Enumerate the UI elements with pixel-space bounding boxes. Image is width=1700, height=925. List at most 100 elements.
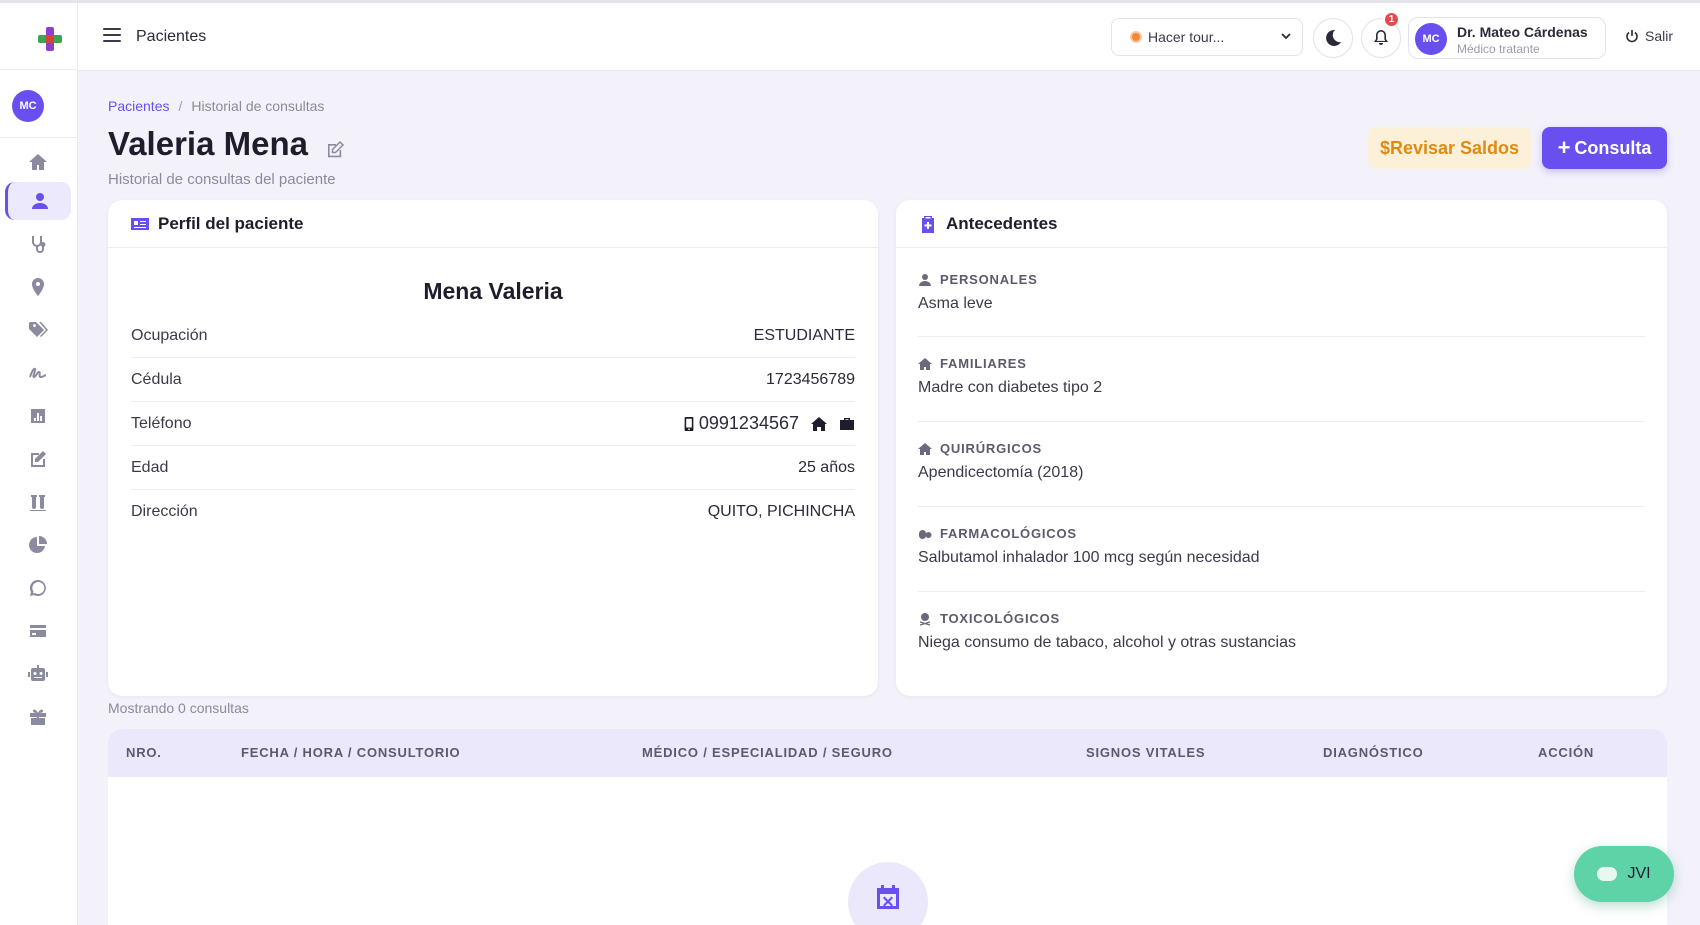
review-balances-label: Revisar Saldos xyxy=(1389,137,1520,158)
user-role: Médico tratante xyxy=(1457,42,1540,56)
history-section-pharmacological: FARMACOLÓGICOS Salbutamol inhalador 100 … xyxy=(918,526,1645,567)
sidebar-item-signature[interactable] xyxy=(5,354,71,392)
bar-chart-icon xyxy=(31,409,45,423)
column-header-vitals[interactable]: SIGNOS VITALES xyxy=(1086,745,1205,760)
plus-icon: + xyxy=(1557,135,1571,160)
sidebar-item-whatsapp[interactable] xyxy=(5,569,71,607)
sidebar-avatar[interactable]: MC xyxy=(12,90,44,122)
history-card-header: Antecedentes xyxy=(896,200,1667,248)
consultations-table: NRO. FECHA / HORA / CONSULTORIO MÉDICO /… xyxy=(108,729,1667,925)
profile-heading: Perfil del paciente xyxy=(158,213,304,233)
tour-icon xyxy=(1130,31,1142,43)
info-value: ESTUDIANTE xyxy=(753,326,855,344)
section-label: QUIRÚRGICOS xyxy=(940,441,1042,456)
skull-crossbones-icon xyxy=(919,612,931,626)
breadcrumb: Pacientes / Historial de consultas xyxy=(108,98,325,114)
info-label: Dirección xyxy=(131,503,198,520)
sidebar-item-home[interactable] xyxy=(5,143,71,181)
assistant-chat-button[interactable]: JVI xyxy=(1574,846,1674,902)
moon-icon xyxy=(1326,29,1341,46)
info-value: 1723456789 xyxy=(766,370,855,388)
divider xyxy=(918,506,1645,507)
sidebar-item-lab[interactable] xyxy=(5,483,71,521)
chat-bubble-icon xyxy=(1597,867,1618,881)
menu-toggle-icon[interactable] xyxy=(103,28,121,44)
info-label: Edad xyxy=(131,458,169,476)
sidebar-item-consultations[interactable] xyxy=(5,225,71,263)
work-phone-icon[interactable] xyxy=(839,416,855,432)
profile-card-header: Perfil del paciente xyxy=(108,200,878,248)
info-row-id: Cédula 1723456789 xyxy=(131,358,855,402)
section-label: TOXICOLÓGICOS xyxy=(940,611,1060,626)
history-section-surgical: QUIRÚRGICOS Apendicectomía (2018) xyxy=(918,441,1645,482)
tags-icon xyxy=(29,322,48,337)
assistant-label: JVI xyxy=(1627,865,1651,882)
tour-select-value: Hacer tour... xyxy=(1148,29,1225,45)
column-header-number[interactable]: NRO. xyxy=(126,745,162,760)
hospital-icon xyxy=(918,442,932,455)
column-header-date[interactable]: FECHA / HORA / CONSULTORIO xyxy=(241,745,460,760)
home-phone-icon[interactable] xyxy=(811,416,827,432)
patient-profile-card: Perfil del paciente Mena Valeria Ocupaci… xyxy=(108,200,878,696)
tour-select[interactable]: Hacer tour... xyxy=(1111,18,1303,56)
breadcrumb-current: Historial de consultas xyxy=(191,98,325,114)
divider xyxy=(918,421,1645,422)
info-label: Teléfono xyxy=(131,414,192,432)
new-consultation-button[interactable]: + Consulta xyxy=(1542,127,1667,169)
medical-history-card: Antecedentes PERSONALES Asma leve FAMILI… xyxy=(896,200,1667,696)
home-icon xyxy=(918,357,932,370)
sidebar-item-statistics[interactable] xyxy=(5,526,71,564)
column-header-diagnosis[interactable]: DIAGNÓSTICO xyxy=(1323,745,1424,760)
column-header-doctor[interactable]: MÉDICO / ESPECIALIDAD / SEGURO xyxy=(642,745,893,760)
patient-full-name: Mena Valeria xyxy=(423,278,563,304)
section-label: FARMACOLÓGICOS xyxy=(940,526,1077,541)
user-menu[interactable]: MC Dr. Mateo Cárdenas Médico tratante xyxy=(1408,17,1606,59)
edit-icon xyxy=(31,451,46,467)
pie-chart-icon xyxy=(29,536,47,553)
section-label: PERSONALES xyxy=(940,272,1038,287)
sidebar-item-patients[interactable] xyxy=(5,182,71,220)
new-consultation-label: Consulta xyxy=(1574,137,1652,158)
section-text: Niega consumo de tabaco, alcohol y otras… xyxy=(918,634,1296,651)
info-value: 25 años xyxy=(798,458,855,476)
top-header: Pacientes Hacer tour... MC Dr. Mateo Cár… xyxy=(78,3,1700,71)
map-pin-icon xyxy=(32,278,44,296)
logout-button[interactable]: Salir xyxy=(1625,28,1673,44)
section-text: Madre con diabetes tipo 2 xyxy=(918,379,1103,396)
history-section-toxicological: TOXICOLÓGICOS Niega consumo de tabaco, a… xyxy=(918,611,1645,652)
sidebar-item-reports[interactable] xyxy=(5,397,71,435)
section-text: Apendicectomía (2018) xyxy=(918,464,1084,481)
sidebar-item-tags[interactable] xyxy=(5,311,71,349)
user-icon xyxy=(31,193,48,209)
page-subtitle: Historial de consultas del paciente xyxy=(108,171,336,188)
history-heading: Antecedentes xyxy=(946,213,1058,233)
phone-values: 0991234567 xyxy=(682,413,855,434)
mobile-phone-icon xyxy=(684,416,694,431)
mobile-phone[interactable]: 0991234567 xyxy=(682,413,799,434)
column-header-action[interactable]: ACCIÓN xyxy=(1538,745,1594,760)
credit-card-icon xyxy=(30,625,46,637)
user-name: Dr. Mateo Cárdenas xyxy=(1457,24,1588,40)
gift-icon xyxy=(30,709,46,725)
breadcrumb-link-patients[interactable]: Pacientes xyxy=(108,98,169,114)
section-text: Asma leve xyxy=(918,295,993,312)
app-logo-icon[interactable] xyxy=(36,25,64,53)
sidebar: MC xyxy=(0,3,78,925)
review-balances-button[interactable]: $ Revisar Saldos xyxy=(1368,127,1531,169)
sidebar-item-gifts[interactable] xyxy=(5,698,71,736)
info-label: Cédula xyxy=(131,370,182,388)
sidebar-item-notes[interactable] xyxy=(5,440,71,478)
sidebar-item-assistant[interactable] xyxy=(5,655,71,693)
pills-icon xyxy=(919,529,932,539)
signature-icon xyxy=(29,367,47,379)
header-title: Pacientes xyxy=(136,28,207,45)
sidebar-item-locations[interactable] xyxy=(5,268,71,306)
sidebar-item-payments[interactable] xyxy=(5,612,71,650)
consultations-count: Mostrando 0 consultas xyxy=(108,700,249,716)
dark-mode-toggle[interactable] xyxy=(1313,18,1353,58)
avatar: MC xyxy=(1415,23,1447,55)
edit-patient-icon[interactable] xyxy=(325,140,345,160)
vials-icon xyxy=(30,495,46,511)
info-label: Ocupación xyxy=(131,326,208,344)
info-row-occupation: Ocupación ESTUDIANTE xyxy=(131,314,855,358)
